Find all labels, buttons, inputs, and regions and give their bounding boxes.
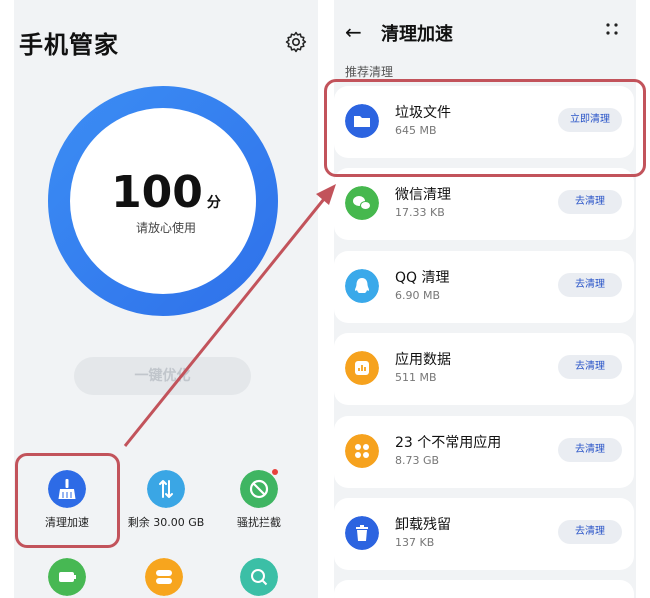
item-title: 微信清理 bbox=[395, 187, 451, 203]
score-description: 请放心使用 bbox=[135, 221, 196, 235]
wechat-icon bbox=[345, 186, 379, 220]
storage-arrows-icon bbox=[147, 470, 185, 508]
list-item-app-data[interactable]: 应用数据 511 MB 去清理 bbox=[334, 333, 634, 405]
list-item-partial bbox=[334, 580, 634, 598]
list-item-uninstall-residue[interactable]: 卸载残留 137 KB 去清理 bbox=[334, 498, 634, 570]
go-clean-button[interactable]: 去清理 bbox=[558, 520, 622, 544]
battery-icon[interactable] bbox=[48, 558, 86, 596]
search-shield-icon[interactable] bbox=[240, 558, 278, 596]
item-size: 8.73 GB bbox=[395, 454, 440, 467]
score-value: 100 bbox=[111, 167, 203, 218]
score-unit: 分 bbox=[206, 195, 221, 211]
item-title: 23 个不常用应用 bbox=[395, 435, 502, 451]
list-item-wechat[interactable]: 微信清理 17.33 KB 去清理 bbox=[334, 168, 634, 240]
item-title: 卸载残留 bbox=[395, 517, 451, 533]
item-size: 137 KB bbox=[395, 536, 435, 549]
go-clean-button[interactable]: 去清理 bbox=[558, 438, 622, 462]
apps-grid-icon bbox=[345, 434, 379, 468]
page-title: 清理加速 bbox=[381, 24, 453, 45]
settings-gear-icon[interactable] bbox=[284, 30, 308, 54]
list-item-unused-apps[interactable]: 23 个不常用应用 8.73 GB 去清理 bbox=[334, 416, 634, 488]
health-score: 100 分 bbox=[14, 167, 318, 218]
item-size: 6.90 MB bbox=[395, 289, 441, 302]
section-label: 推荐清理 bbox=[345, 65, 394, 79]
page-title: 手机管家 bbox=[19, 31, 119, 59]
go-clean-button[interactable]: 去清理 bbox=[558, 273, 622, 297]
tile-label: 骚扰拦截 bbox=[237, 516, 281, 529]
item-title: QQ 清理 bbox=[395, 270, 450, 286]
trash-icon bbox=[345, 516, 379, 550]
phone-block-icon bbox=[240, 470, 278, 508]
item-size: 17.33 KB bbox=[395, 206, 445, 219]
item-size: 511 MB bbox=[395, 371, 437, 384]
back-arrow-icon[interactable]: ← bbox=[345, 20, 362, 44]
item-title: 应用数据 bbox=[395, 352, 451, 368]
tile-harassment-block[interactable]: 骚扰拦截 bbox=[204, 462, 314, 532]
more-options-icon[interactable] bbox=[605, 22, 619, 36]
notification-dot bbox=[272, 469, 278, 475]
highlight-box-clean-tile bbox=[15, 453, 120, 548]
go-clean-button[interactable]: 去清理 bbox=[558, 190, 622, 214]
app-data-icon bbox=[345, 351, 379, 385]
go-clean-button[interactable]: 去清理 bbox=[558, 355, 622, 379]
list-item-qq[interactable]: QQ 清理 6.90 MB 去清理 bbox=[334, 251, 634, 323]
one-click-optimize-button[interactable]: 一键优化 bbox=[74, 357, 251, 395]
qq-icon bbox=[345, 269, 379, 303]
toggle-icon[interactable] bbox=[145, 558, 183, 596]
highlight-box-junk-files bbox=[324, 79, 646, 177]
